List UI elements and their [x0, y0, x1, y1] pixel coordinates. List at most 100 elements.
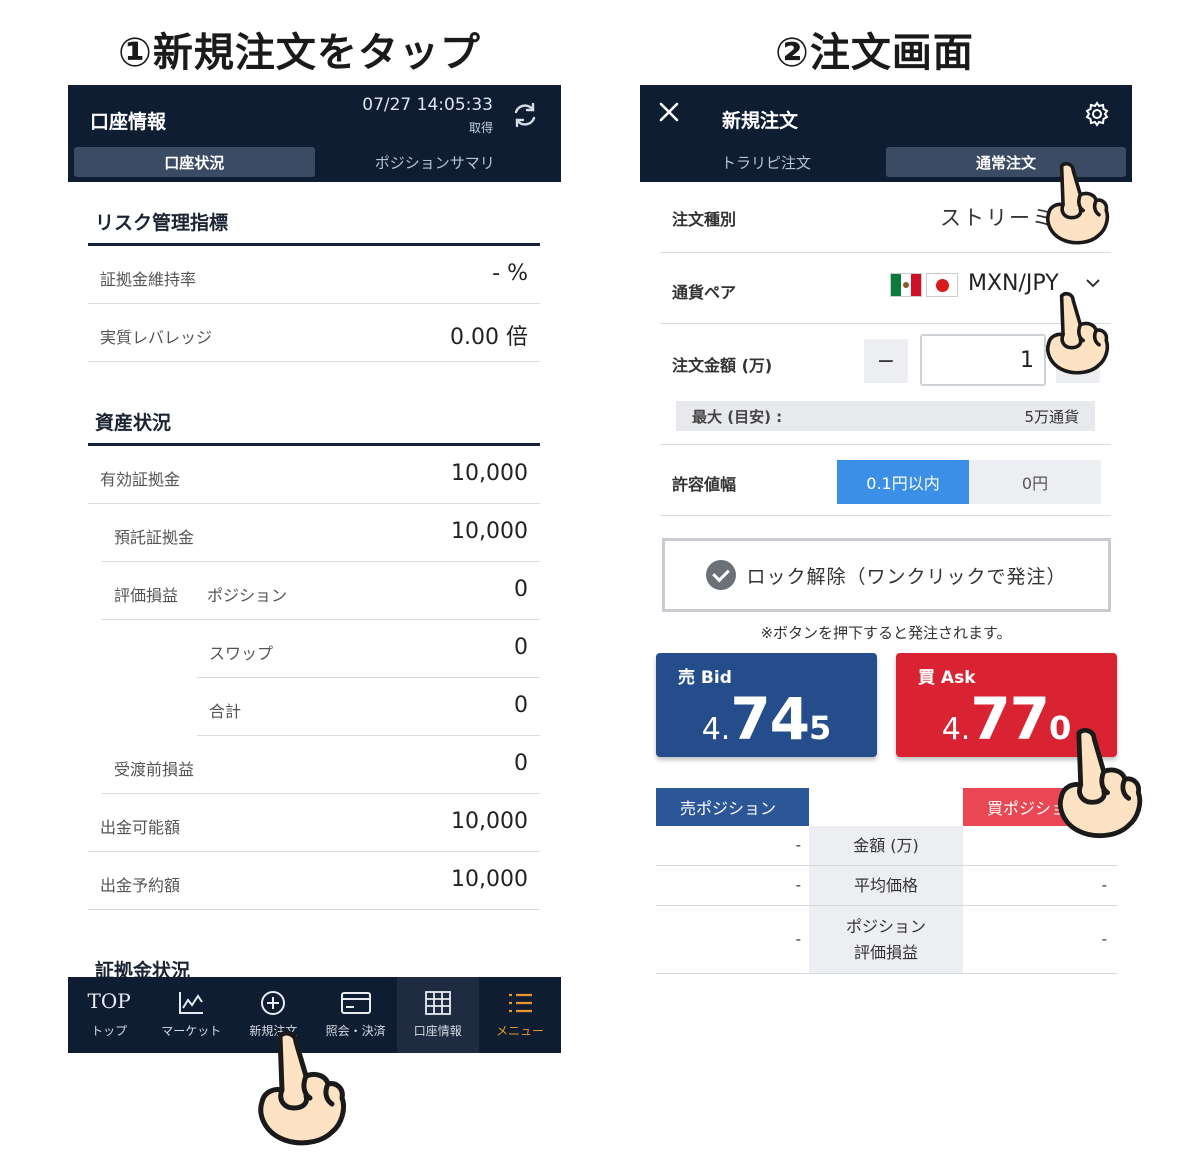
amount-input[interactable]: 1 [920, 334, 1046, 386]
buy-pl-value: - [1101, 930, 1107, 948]
tolerance-row: 許容値幅 0.1円以内 0円 [660, 445, 1111, 516]
effective-margin-label: 有効証拠金 [100, 470, 181, 489]
currency-flags [890, 273, 958, 297]
risk-section-title: リスク管理指標 [88, 182, 540, 246]
tab-top-label: トップ [91, 1024, 128, 1038]
amount-label: 注文金額 (万) [672, 356, 773, 375]
pre-delivery-value: 0 [514, 751, 528, 776]
tab-top[interactable]: TOP トップ [68, 977, 150, 1053]
max-amount-value: 5万通貨 [1024, 408, 1079, 426]
tab-market[interactable]: マーケット [150, 977, 232, 1053]
mexico-flag-icon [890, 273, 922, 297]
valuation-total-value: 0 [514, 693, 528, 718]
buy-avg-price-value: - [1101, 876, 1107, 894]
step1-caption: ①新規注文をタップ [118, 30, 481, 76]
margin-ratio-row: 証拠金維持率 - % [88, 246, 540, 304]
tolerance-label: 許容値幅 [672, 475, 737, 494]
deposit-margin-row: 預託証拠金 10,000 [102, 504, 540, 562]
withdraw-reserved-row: 出金予約額 10,000 [88, 852, 540, 910]
position-pl-label-line1: ポジション [845, 916, 926, 936]
effective-margin-value: 10,000 [451, 461, 528, 486]
last-updated-time: 07/27 14:05:33 [362, 95, 493, 115]
max-amount-label: 最大 (目安) : [692, 408, 783, 426]
bid-price-int: 4. [701, 712, 731, 747]
tolerance-option-0yen[interactable]: 0円 [969, 460, 1101, 504]
withdrawable-value: 10,000 [451, 809, 528, 834]
unlock-label: ロック解除（ワンクリックで発注） [746, 565, 1067, 588]
japan-flag-icon [926, 273, 958, 297]
tolerance-option-0-1yen[interactable]: 0.1円以内 [837, 460, 969, 504]
position-amount-row: - 金額 (万) [656, 826, 1117, 866]
tab-menu[interactable]: メニュー [479, 977, 561, 1053]
last-updated-label: 取得 [468, 121, 493, 135]
max-amount-bar: 最大 (目安) : 5万通貨 [676, 401, 1095, 431]
withdraw-reserved-value: 10,000 [451, 867, 528, 892]
sell-bid-button[interactable]: 売 Bid 4.745 [656, 653, 877, 757]
tolerance-toggle: 0.1円以内 0円 [837, 460, 1101, 504]
menu-icon [508, 993, 532, 1013]
position-pl-label: ポジション 評価損益 [809, 906, 963, 973]
segment-account-status[interactable]: 口座状況 [74, 147, 315, 177]
currency-pair-label: 通貨ペア [672, 283, 737, 302]
tab-account-info[interactable]: 口座情報 [396, 977, 479, 1053]
pre-delivery-row: 受渡前損益 0 [102, 736, 540, 794]
valuation-position-value: 0 [514, 577, 528, 602]
pointing-hand-icon [258, 1030, 347, 1146]
segment-trap-repeat[interactable]: トラリピ注文 [646, 147, 886, 177]
top-icon: TOP [87, 989, 131, 1013]
segment-position-summary[interactable]: ポジションサマリ [315, 147, 556, 177]
pre-delivery-label: 受渡前損益 [114, 760, 195, 779]
amount-decrement-button[interactable]: − [864, 339, 908, 383]
account-info-screen: 口座情報 07/27 14:05:33 取得 口座状況 ポジションサマリ リスク… [68, 85, 561, 1053]
position-amount-label: 金額 (万) [809, 826, 963, 865]
grid-icon [424, 991, 451, 1015]
close-icon[interactable] [658, 101, 680, 123]
avg-price-label: 平均価格 [809, 866, 963, 905]
valuation-swap-row: スワップ 0 [197, 620, 540, 678]
position-avg-price-row: - 平均価格 - [656, 866, 1117, 906]
bid-price: 4.745 [656, 685, 877, 753]
step2-caption: ②注文画面 [775, 30, 974, 76]
effective-margin-row: 有効証拠金 10,000 [88, 446, 540, 504]
valuation-position-row: 評価損益 ポジション 0 [102, 562, 540, 620]
margin-ratio-value: - % [492, 261, 528, 286]
pointing-hand-icon [1058, 727, 1143, 839]
valuation-label: 評価損益 [114, 586, 179, 605]
position-pl-row: - ポジション評価損益 - [656, 906, 1117, 974]
valuation-total-label: 合計 [209, 702, 242, 721]
app-header: 口座情報 07/27 14:05:33 取得 口座状況 ポジションサマリ [68, 85, 561, 182]
order-note: ※ボタンを押下すると発注されます。 [760, 624, 1012, 642]
withdrawable-row: 出金可能額 10,000 [88, 794, 540, 852]
tab-account-label: 口座情報 [413, 1024, 462, 1038]
deposit-margin-label: 預託証拠金 [114, 528, 195, 547]
valuation-position-label: ポジション [207, 586, 288, 605]
gear-icon[interactable] [1084, 101, 1110, 127]
refresh-icon[interactable] [511, 101, 539, 129]
order-type-label: 注文種別 [672, 210, 737, 229]
valuation-swap-label: スワップ [209, 644, 274, 663]
withdraw-reserved-label: 出金予約額 [100, 876, 181, 895]
tab-menu-label: メニュー [495, 1024, 544, 1038]
sell-amount-value: - [795, 836, 801, 854]
plus-circle-icon [261, 991, 286, 1015]
valuation-swap-value: 0 [514, 635, 528, 660]
position-table: - 金額 (万) - 平均価格 - - ポジション評価損益 - [656, 826, 1117, 974]
sell-avg-price-value: - [795, 876, 801, 894]
margin-ratio-label: 証拠金維持率 [100, 270, 197, 289]
position-pl-label-line2: 評価損益 [853, 942, 918, 962]
pointing-hand-icon [1046, 291, 1110, 375]
bid-price-pip: 5 [809, 709, 832, 747]
leverage-row: 実質レバレッジ 0.00 倍 [88, 304, 540, 362]
sell-pl-value: - [795, 930, 801, 948]
ask-price-int: 4. [941, 712, 971, 747]
account-segment-control: 口座状況 ポジションサマリ [74, 147, 555, 177]
unlock-one-click-button[interactable]: ロック解除（ワンクリックで発注） [662, 538, 1111, 612]
chart-icon [179, 992, 204, 1014]
tab-market-label: マーケット [161, 1024, 222, 1038]
chevron-down-icon [1086, 279, 1100, 288]
deposit-margin-value: 10,000 [451, 519, 528, 544]
bid-price-main: 74 [730, 685, 810, 753]
check-circle-icon [706, 560, 737, 590]
valuation-total-row: 合計 0 [197, 678, 540, 736]
leverage-value: 0.00 倍 [450, 325, 528, 350]
